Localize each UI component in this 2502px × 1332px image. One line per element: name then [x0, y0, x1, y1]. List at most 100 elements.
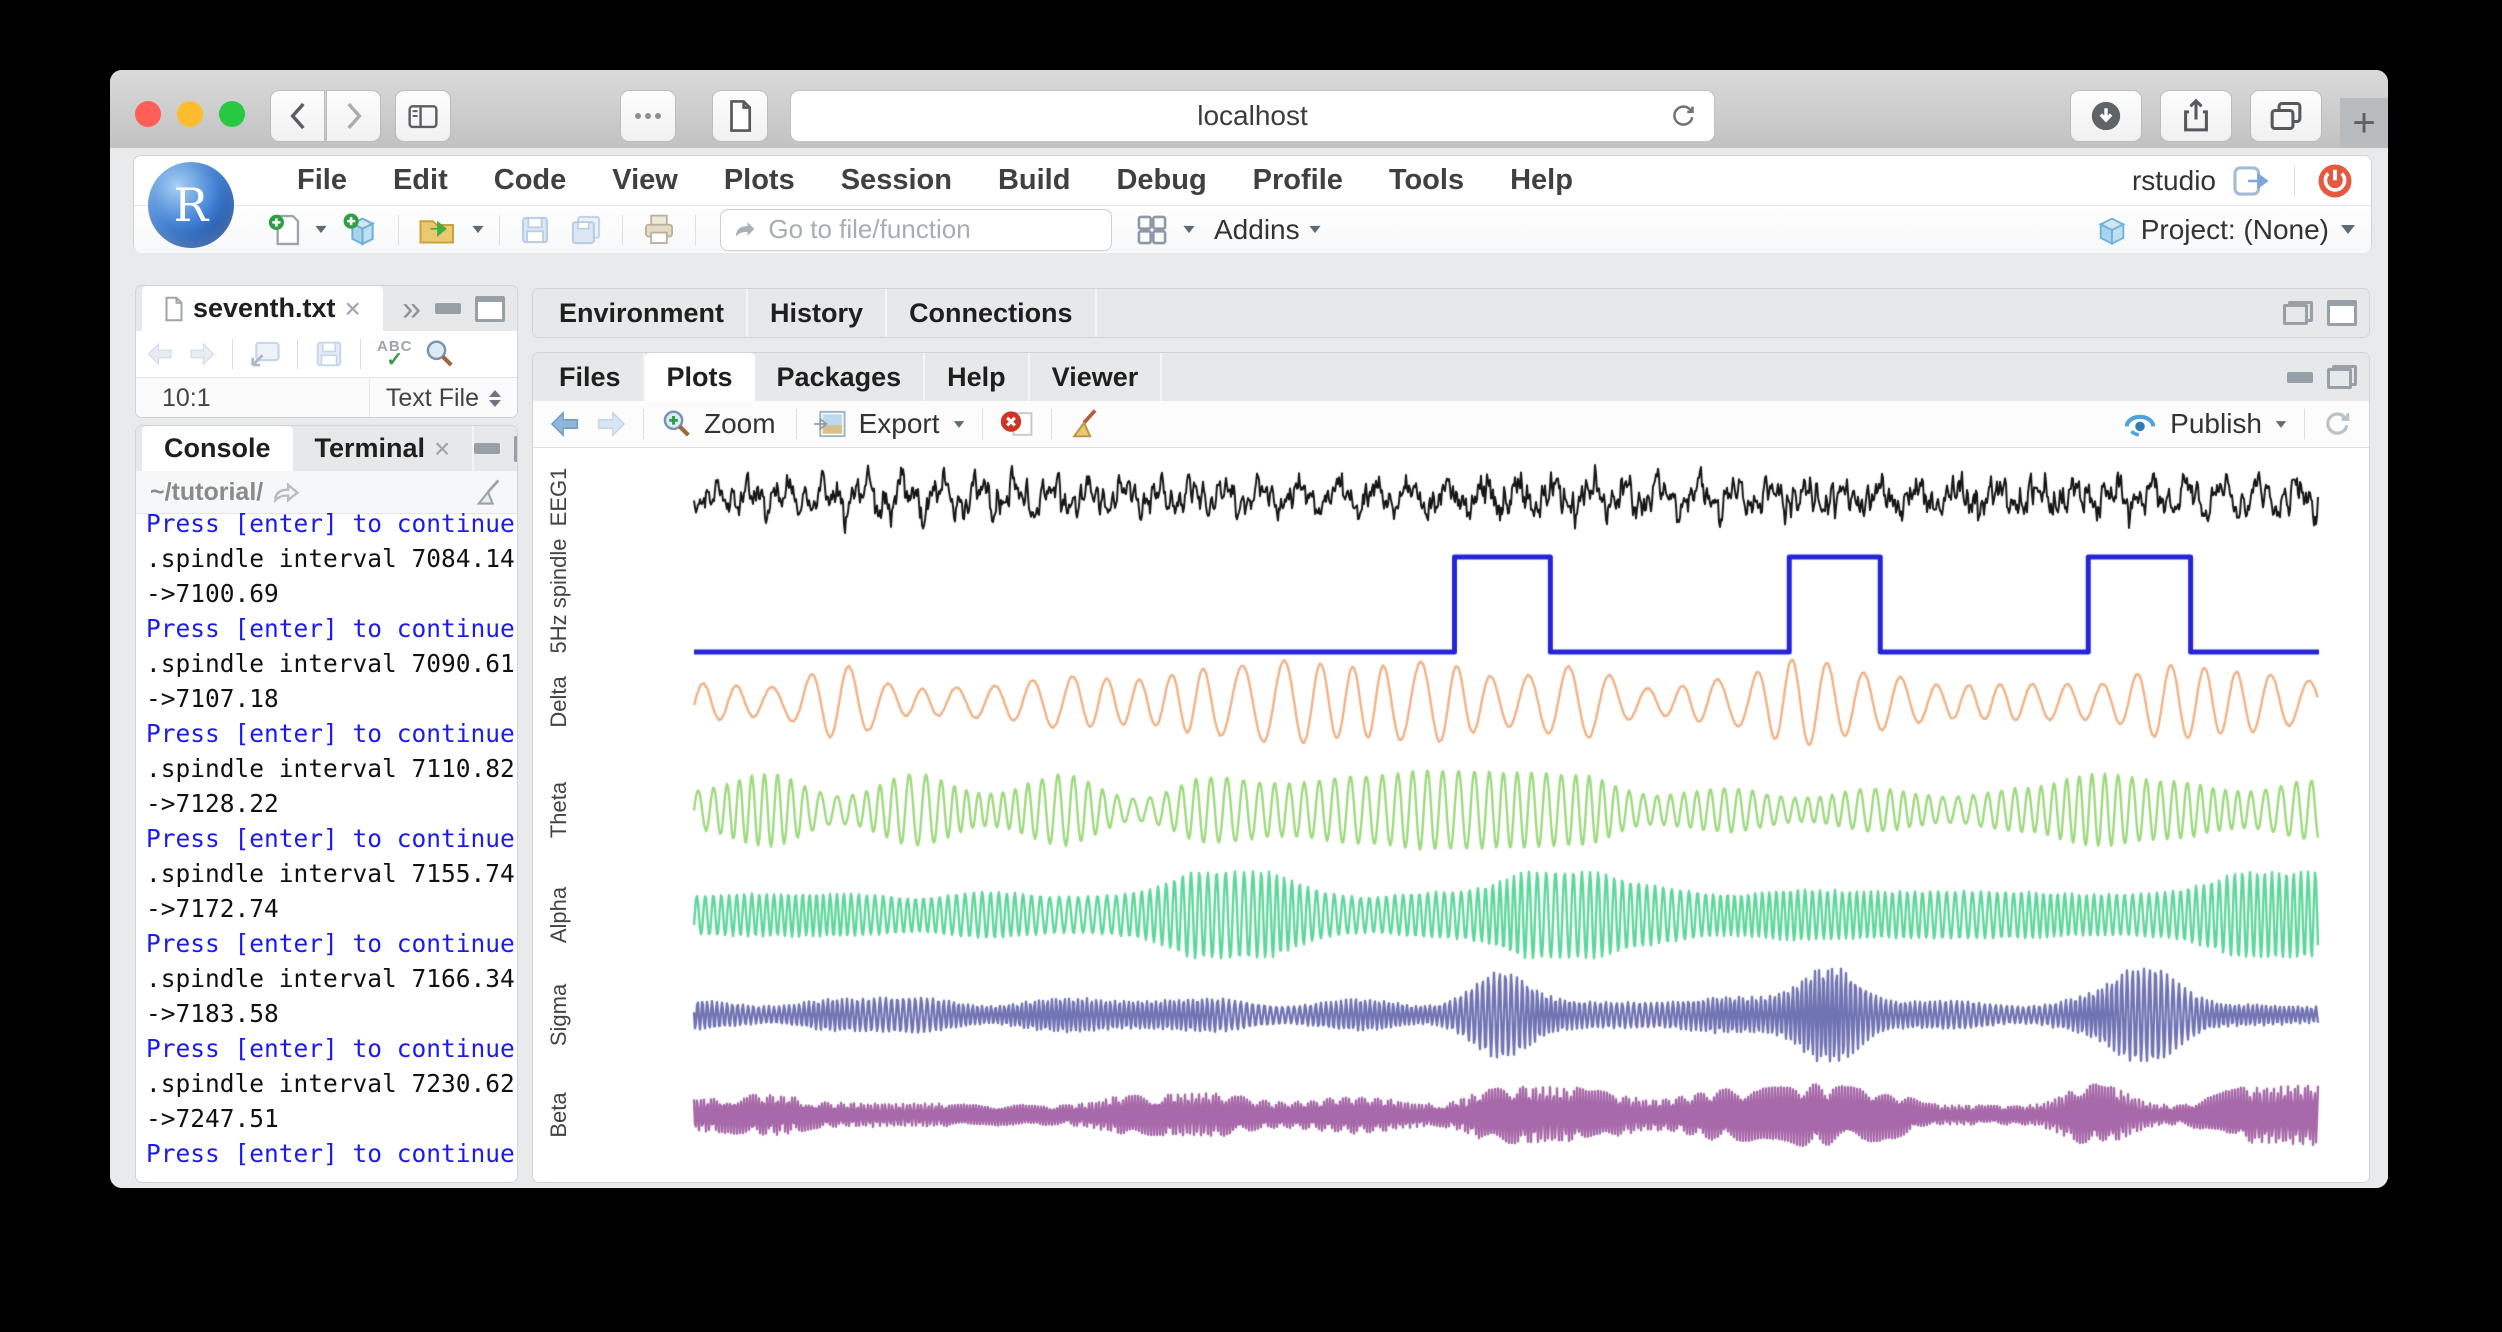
menu-item-file[interactable]: File: [274, 164, 370, 197]
maximize-pane-icon[interactable]: [514, 436, 518, 462]
file-type-selector[interactable]: Text File: [369, 378, 517, 418]
close-tab-icon[interactable]: ×: [345, 293, 361, 325]
menu-item-debug[interactable]: Debug: [1093, 164, 1229, 197]
menu-item-edit[interactable]: Edit: [370, 164, 471, 197]
menu-item-build[interactable]: Build: [975, 164, 1094, 197]
close-tab-icon[interactable]: ×: [434, 433, 450, 465]
tab-plots[interactable]: Plots: [645, 353, 755, 401]
address-bar[interactable]: localhost: [790, 90, 1715, 142]
zoom-window-button[interactable]: [219, 101, 245, 127]
spellcheck-button[interactable]: ABC ✓: [377, 339, 413, 370]
tab-history[interactable]: History: [748, 289, 887, 337]
sidebar-icon: [406, 101, 440, 131]
menu-item-tools[interactable]: Tools: [1366, 164, 1487, 197]
new-file-caret[interactable]: [315, 226, 326, 233]
browser-back-button[interactable]: [270, 90, 325, 142]
tab-terminal[interactable]: Terminal ×: [293, 426, 475, 471]
minimize-pane-icon[interactable]: [435, 303, 461, 314]
quit-session-icon[interactable]: [2317, 163, 2353, 199]
divider: [1051, 409, 1052, 439]
tab-environment[interactable]: Environment: [537, 289, 748, 337]
menu-item-session[interactable]: Session: [818, 164, 975, 197]
new-file-button[interactable]: [262, 209, 306, 251]
source-pane: seventh.txt × »: [135, 285, 518, 418]
project-caret[interactable]: [2341, 225, 2355, 234]
console-output[interactable]: Press [enter] to continue .spindle interv…: [136, 506, 517, 1171]
restore-pane-icon[interactable]: [2283, 301, 2313, 325]
tab-overview-button[interactable]: [2250, 90, 2322, 142]
tab-label: History: [770, 298, 863, 329]
downloads-button[interactable]: [2070, 90, 2142, 142]
addins-button[interactable]: Addins: [1214, 214, 1300, 246]
publish-button[interactable]: Publish: [2122, 408, 2288, 440]
goto-directory-icon[interactable]: [273, 480, 301, 504]
tab-viewer[interactable]: Viewer: [1030, 353, 1163, 401]
reader-button[interactable]: [712, 90, 768, 142]
export-plot-button[interactable]: Export: [813, 408, 966, 440]
tab-console[interactable]: Console: [142, 426, 293, 471]
pane-layout-button[interactable]: [1130, 209, 1174, 251]
goto-file-box[interactable]: [720, 209, 1112, 251]
previous-plot-icon[interactable]: [549, 409, 583, 439]
clear-console-icon[interactable]: [473, 477, 503, 507]
addins-caret[interactable]: [1309, 226, 1320, 233]
remove-plot-icon[interactable]: [999, 408, 1035, 440]
console-line: ->7172.74: [146, 891, 517, 926]
tab-seventh-txt[interactable]: seventh.txt ×: [142, 286, 383, 331]
reload-icon[interactable]: [1668, 101, 1698, 131]
menu-item-view[interactable]: View: [589, 164, 701, 197]
rstudio-header: R FileEditCodeViewPlotsSessionBuildDebug…: [133, 155, 2372, 252]
maximize-pane-icon[interactable]: [475, 296, 505, 322]
new-tab-button[interactable]: +: [2340, 98, 2388, 148]
tab-help[interactable]: Help: [925, 353, 1030, 401]
project-selector[interactable]: Project: (None): [2141, 214, 2329, 246]
restore-pane-icon[interactable]: [2327, 365, 2357, 389]
minimize-window-button[interactable]: [177, 101, 203, 127]
chevron-right-icon: [341, 100, 367, 132]
files-plots-pane: Files Plots Packages Help Viewer: [532, 352, 2370, 1183]
pane-layout-caret[interactable]: [1183, 226, 1194, 233]
new-project-button[interactable]: [336, 209, 384, 251]
save-icon[interactable]: [314, 339, 344, 369]
tab-label: Files: [559, 362, 621, 393]
open-file-button[interactable]: [413, 209, 463, 251]
share-button[interactable]: [2160, 90, 2232, 142]
console-line: ->7107.18: [146, 681, 517, 716]
clear-all-plots-icon[interactable]: [1068, 408, 1100, 440]
divider: [982, 409, 983, 439]
browser-forward-button[interactable]: [326, 90, 381, 142]
minimize-pane-icon[interactable]: [2287, 372, 2313, 383]
sidebar-toggle-button[interactable]: [395, 90, 451, 142]
minimize-pane-icon[interactable]: [474, 443, 500, 454]
open-in-new-window-icon[interactable]: [2232, 164, 2272, 198]
back-icon[interactable]: [146, 341, 176, 367]
tab-overflow-icon[interactable]: »: [402, 292, 421, 326]
maximize-pane-icon[interactable]: [2327, 300, 2357, 326]
console-line: .spindle interval 7155.74: [146, 856, 517, 891]
menu-item-help[interactable]: Help: [1487, 164, 1596, 197]
browser-chrome: localhost +: [110, 70, 2388, 149]
menu-item-plots[interactable]: Plots: [701, 164, 818, 197]
save-button[interactable]: [514, 209, 556, 251]
zoom-icon: [660, 408, 692, 440]
goto-file-input[interactable]: [766, 213, 1099, 246]
tab-connections[interactable]: Connections: [887, 289, 1097, 337]
page-proxy-button[interactable]: [620, 90, 676, 142]
open-file-caret[interactable]: [472, 226, 483, 233]
next-plot-icon[interactable]: [593, 409, 627, 439]
tab-packages[interactable]: Packages: [755, 353, 926, 401]
console-line: .spindle interval 7084.14: [146, 541, 517, 576]
find-replace-icon[interactable]: [423, 338, 455, 370]
console-line: Press [enter] to continue: [146, 1136, 517, 1171]
save-all-button[interactable]: [564, 209, 608, 251]
menu-item-code[interactable]: Code: [471, 164, 590, 197]
forward-icon[interactable]: [186, 341, 216, 367]
refresh-plot-icon[interactable]: [2321, 408, 2353, 440]
print-button[interactable]: [637, 209, 681, 251]
menu-item-profile[interactable]: Profile: [1230, 164, 1366, 197]
tab-files[interactable]: Files: [537, 353, 645, 401]
close-window-button[interactable]: [135, 101, 161, 127]
zoom-plot-button[interactable]: Zoom: [660, 408, 780, 440]
show-in-new-window-icon[interactable]: [249, 339, 281, 369]
console-pane: Console Terminal × ~/tutorial/: [135, 425, 518, 1183]
